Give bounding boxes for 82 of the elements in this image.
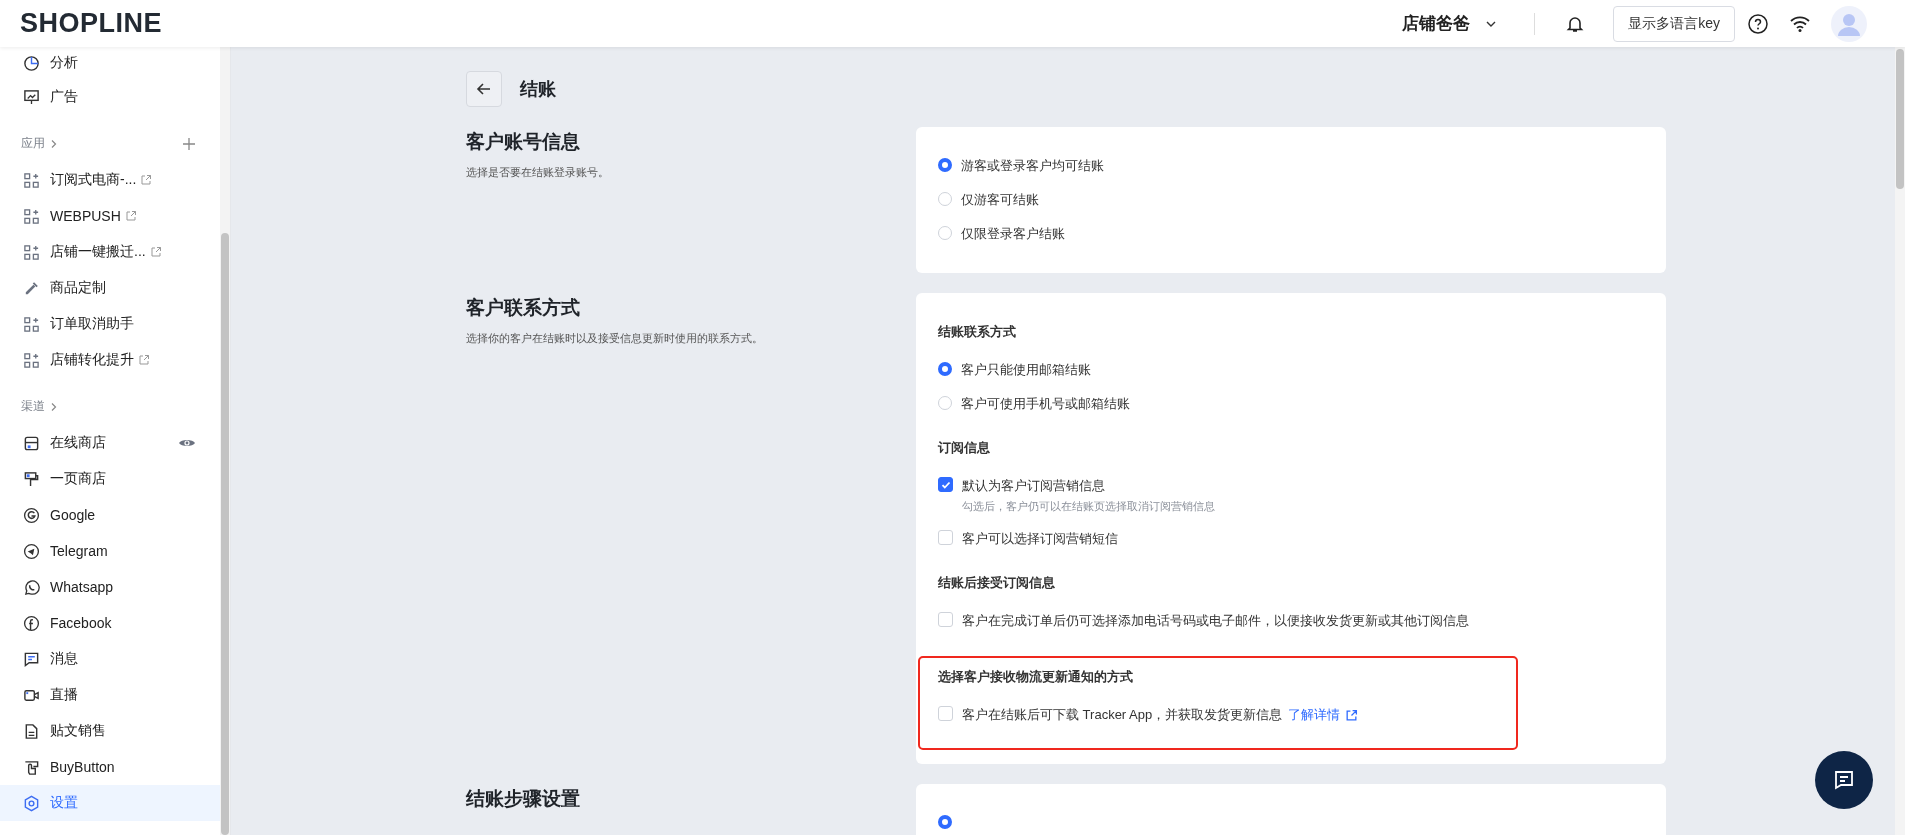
option-label: 客户在结账后可下载 Tracker App，并获取发货更新信息: [962, 706, 1283, 724]
grid-plus-icon: [23, 315, 40, 333]
whatsapp-icon: [23, 578, 40, 596]
external-link-icon: [138, 354, 150, 366]
sidebar-item[interactable]: 直播: [0, 677, 220, 713]
eye-icon[interactable]: [178, 437, 196, 449]
sidebar-item[interactable]: 订单取消助手: [0, 306, 220, 342]
chart-icon: [23, 54, 40, 72]
grid-plus-icon: [23, 351, 40, 369]
group-title: 结账后接受订阅信息: [938, 574, 1056, 592]
telegram-icon: [23, 542, 40, 560]
message-icon: [1832, 768, 1856, 792]
sidebar-item[interactable]: 贴文销售: [0, 713, 220, 749]
google-icon: [23, 506, 40, 524]
chat-button[interactable]: [1815, 751, 1873, 809]
sidebar-item[interactable]: Whatsapp: [0, 569, 220, 605]
sidebar-item[interactable]: 分析: [0, 47, 220, 79]
sidebar-item[interactable]: 店铺转化提升: [0, 342, 220, 378]
sidebar-item[interactable]: WEBPUSH: [0, 198, 220, 234]
group-title: 结账联系方式: [938, 323, 1017, 341]
external-link-icon: [149, 246, 162, 258]
radio-button[interactable]: [938, 362, 952, 376]
section-title: 客户联系方式: [466, 296, 581, 320]
sidebar-item[interactable]: Google: [0, 497, 220, 533]
store-icon: [23, 434, 40, 452]
page-title: 结账: [520, 78, 556, 101]
settings-icon: [23, 794, 40, 812]
sidebar-item[interactable]: 一页商店: [0, 461, 220, 497]
section-description: 选择你的客户在结账时以及接受信息更新时使用的联系方式。: [466, 331, 764, 346]
external-link-icon: [140, 174, 153, 186]
option-hint: 勾选后，客户仍可以在结账页选择取消订阅营销信息: [962, 499, 1215, 514]
message-icon: [23, 650, 40, 668]
help-icon[interactable]: [1747, 12, 1769, 35]
sidebar-item[interactable]: 店铺一键搬迁...: [0, 234, 220, 270]
back-button[interactable]: [466, 71, 502, 107]
grid-plus-icon: [23, 171, 40, 189]
external-link-icon: [124, 210, 137, 222]
logo: SHOPLINE: [20, 8, 163, 39]
sidebar-item[interactable]: BuyButton: [0, 749, 220, 785]
sidebar-item[interactable]: 消息: [0, 641, 220, 677]
section-heading[interactable]: 应用: [21, 135, 59, 152]
facebook-icon: [23, 614, 40, 632]
scrollbar-thumb[interactable]: [1896, 49, 1904, 189]
store-switcher[interactable]: 店铺爸爸: [1396, 11, 1505, 36]
section-heading[interactable]: 渠道: [21, 398, 59, 415]
section-title: 结账步骤设置: [466, 787, 581, 811]
monitor-icon: [23, 88, 40, 106]
section-title: 客户账号信息: [466, 130, 581, 154]
grid-plus-icon: [23, 207, 40, 225]
external-link-icon: [1345, 708, 1359, 722]
section-description: 选择是否要在结账登录账号。: [466, 165, 610, 180]
sidebar-item[interactable]: 设置: [0, 785, 220, 821]
sidebar-item[interactable]: 广告: [0, 79, 220, 115]
paint-roller-icon: [23, 470, 40, 488]
group-title: 订阅信息: [938, 439, 991, 457]
radio-button[interactable]: [938, 815, 952, 829]
option-label: 客户在完成订单后仍可选择添加电话号码或电子邮件，以便接收发货更新或其他订阅信息: [962, 612, 1469, 630]
sidebar-item[interactable]: 商品定制: [0, 270, 220, 306]
sidebar-item[interactable]: 订阅式电商-...: [0, 162, 220, 198]
option-label: 客户可以选择订阅营销短信: [962, 530, 1118, 548]
group-title: 选择客户接收物流更新通知的方式: [938, 668, 1134, 686]
sidebar-item[interactable]: 在线商店: [0, 425, 220, 461]
option-label: 游客或登录客户均可结账: [961, 157, 1104, 175]
add-icon[interactable]: [182, 136, 196, 151]
radio-button[interactable]: [938, 158, 952, 172]
avatar-icon[interactable]: [1831, 5, 1867, 42]
option-label: 仅游客可结账: [961, 191, 1039, 209]
option-label: 默认为客户订阅营销信息: [962, 477, 1105, 495]
grid-plus-icon: [23, 243, 40, 261]
scrollbar-thumb[interactable]: [221, 233, 229, 835]
chevron-right-icon: [49, 401, 59, 412]
wifi-icon: [1789, 14, 1811, 33]
checkbox[interactable]: [938, 477, 953, 492]
learn-more-link[interactable]: 了解详情: [1288, 706, 1359, 724]
option-label: 仅限登录客户结账: [961, 225, 1065, 243]
language-key-button[interactable]: 显示多语言key: [1613, 5, 1735, 42]
chevron-right-icon: [49, 138, 59, 149]
sidebar-item[interactable]: Facebook: [0, 605, 220, 641]
option-label: 客户可使用手机号或邮箱结账: [961, 395, 1130, 413]
document-icon: [23, 722, 40, 740]
option-label: 客户只能使用邮箱结账: [961, 361, 1091, 379]
sidebar-item[interactable]: Telegram: [0, 533, 220, 569]
